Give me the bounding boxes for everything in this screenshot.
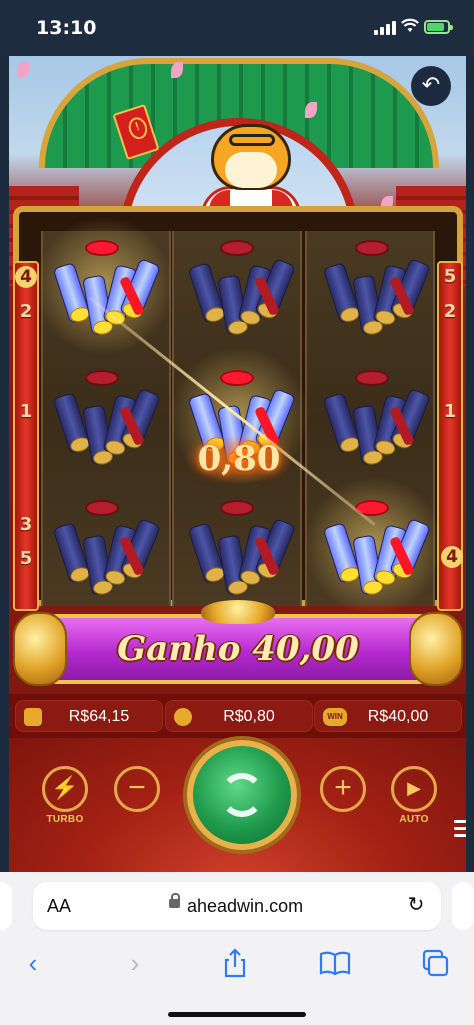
firecracker-symbol [49, 366, 162, 466]
share-icon[interactable] [218, 948, 252, 978]
win-display: WIN R$40,00 [314, 700, 462, 732]
firecracker-symbol [319, 366, 432, 466]
firecracker-symbol [319, 496, 432, 596]
petal-decoration [17, 62, 29, 78]
coins-icon [174, 708, 192, 726]
firecracker-symbol [319, 236, 432, 336]
back-button[interactable]: ↶ [411, 66, 451, 106]
info-bar: R$64,15 R$0,80 WIN R$40,00 [9, 694, 466, 738]
control-panel: ⚡ TURBO − + ▶ AUTO [9, 738, 466, 872]
spin-arrows-icon [220, 773, 264, 817]
payline-number: 1 [19, 401, 33, 422]
home-indicator [168, 1012, 306, 1017]
bet-display[interactable]: R$0,80 [165, 700, 313, 732]
payline-number: 2 [443, 301, 457, 322]
browser-toolbar: AA aheadwin.com ↻ ‹ › [0, 872, 474, 1025]
line-win-amount: 0,80 [184, 434, 294, 484]
win-value: R$40,00 [367, 708, 429, 725]
text-size-button[interactable]: AA [47, 882, 71, 930]
previous-tab-preview[interactable] [0, 882, 12, 930]
phone-screen: 13:10 ↶ [0, 0, 474, 1025]
firecracker-symbol [184, 496, 297, 596]
url-text[interactable]: aheadwin.com [187, 882, 303, 930]
balance-value: R$64,15 [68, 708, 130, 725]
payline-number: 5 [19, 548, 33, 569]
tabs-icon[interactable] [418, 948, 452, 978]
spin-button[interactable] [187, 740, 297, 850]
win-banner: Ganho 40,00 [13, 600, 463, 691]
wallet-icon [24, 708, 42, 726]
battery-icon [424, 20, 453, 34]
wifi-icon [401, 18, 419, 32]
firecracker-symbol [49, 236, 162, 336]
turbo-label: TURBO [46, 814, 84, 825]
autoplay-label: AUTO [399, 814, 429, 825]
payline-number: 3 [19, 514, 33, 535]
back-arrow-icon[interactable]: ‹ [16, 948, 50, 978]
reload-icon[interactable]: ↻ [405, 894, 427, 916]
slot-game-canvas: ↶ 4 2 1 3 5 5 2 1 4 0,80 Ganho 40,00 [9, 56, 466, 872]
status-bar: 13:10 [0, 0, 474, 56]
cellular-signal-icon [374, 21, 396, 35]
bet-value: R$0,80 [223, 708, 275, 725]
payline-number: 5 [443, 266, 457, 287]
increase-bet-button[interactable]: + [320, 766, 366, 812]
firecracker-symbol [49, 496, 162, 596]
payline-number: 2 [19, 301, 33, 322]
status-time: 13:10 [36, 17, 97, 39]
payline-number: 1 [443, 401, 457, 422]
bookmarks-icon[interactable] [318, 948, 352, 978]
win-banner-text: Ganho 40,00 [117, 629, 359, 669]
decrease-bet-button[interactable]: − [114, 766, 160, 812]
firecracker-symbol [184, 236, 297, 336]
lock-icon [169, 893, 180, 908]
address-bar[interactable]: AA aheadwin.com ↻ [33, 882, 441, 930]
autoplay-button[interactable]: ▶ [391, 766, 437, 812]
menu-icon[interactable] [454, 820, 466, 838]
balance-display[interactable]: R$64,15 [15, 700, 163, 732]
next-tab-preview[interactable] [452, 882, 474, 930]
payline-badge: 4 [441, 546, 463, 568]
forward-arrow-icon[interactable]: › [118, 948, 152, 978]
turbo-button[interactable]: ⚡ [42, 766, 88, 812]
